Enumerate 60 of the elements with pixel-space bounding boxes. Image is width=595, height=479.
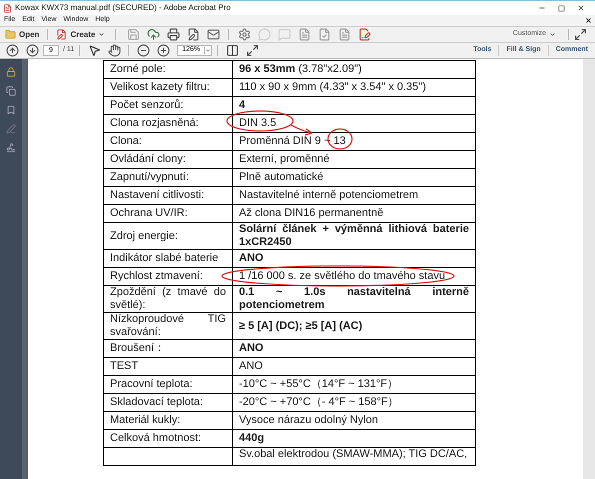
table-cell: Ochrana UV/IR: xyxy=(104,204,232,222)
table-cell: Zdroj energie: xyxy=(104,222,232,250)
table-cell: Sv.obal elektrodou (SMAW-MMA); TIG DC/AC, xyxy=(232,448,476,466)
document-pen-icon xyxy=(56,29,68,40)
pen-icon xyxy=(6,124,16,134)
table-cell: Indikátor slabé baterie xyxy=(104,250,232,268)
table-cell: 96 x 53mm (3.78"x2.09") xyxy=(232,60,476,78)
table-cell: Velikost kazety filtru: xyxy=(104,78,232,96)
table-cell: ANO xyxy=(232,340,476,358)
table-cell: 4 xyxy=(232,96,476,114)
table-cell: Nastavení citlivosti: xyxy=(104,186,232,204)
table-cell: 1 /16 000 s. ze světlého do tmavého stavu xyxy=(232,268,476,286)
table-cell: Plně automatické xyxy=(232,168,476,186)
create-button[interactable]: Create xyxy=(54,28,108,40)
table-cell: -20°C ~ +70°C（- 4°F ~ 158°F） xyxy=(232,394,476,412)
table-cell: ANO xyxy=(232,250,476,268)
table-cell: ≥ 5 [A] (DC); ≥5 [A] (AC) xyxy=(232,312,476,340)
table-cell: Externí, proměnné xyxy=(232,150,476,168)
signature-icon xyxy=(6,143,16,153)
table-cell: Clona: xyxy=(104,132,232,150)
table-cell: Počet senzorů: xyxy=(104,96,232,114)
open-button[interactable]: Open xyxy=(3,28,42,40)
maximize-icon xyxy=(558,4,565,12)
table-cell: Broušení： xyxy=(104,340,232,358)
caret-icon xyxy=(549,31,556,38)
folder-icon xyxy=(5,29,16,40)
table-cell: 0.1 ~ 1.0s nastavitelná interně potenciometrem xyxy=(232,286,476,312)
table-cell: Ovládání clony: xyxy=(104,150,232,168)
table-cell: Nastavitelné interně potenciometrem xyxy=(232,186,476,204)
table-cell: Pracovní teplota: xyxy=(104,376,232,394)
table-cell: Zpoždění (z tmavé do světlé): xyxy=(104,286,232,312)
table-cell: -10°C ~ +55°C（14°F ~ 131°F） xyxy=(232,376,476,394)
table-cell: DIN 3.5 xyxy=(232,114,476,132)
table-cell: Clona rozjasněná: xyxy=(104,114,232,132)
table-cell: Zapnutí/vypnutí: xyxy=(104,168,232,186)
table-cell: Až clona DIN16 permanentně xyxy=(232,204,476,222)
pages-icon xyxy=(6,86,16,96)
close-document-icon xyxy=(585,17,592,24)
table-cell: Vysoce nárazu odolný Nylon xyxy=(232,412,476,430)
table-cell: Celková hmotnost: xyxy=(104,430,232,448)
table-cell: Materiál kukly: xyxy=(104,412,232,430)
bookmark-icon xyxy=(6,105,16,115)
annotation-arrow xyxy=(290,124,313,136)
caret-icon xyxy=(204,47,212,54)
table-cell: 110 x 90 x 9mm (4.33" x 3.54" x 0.35") xyxy=(232,78,476,96)
table-cell: Nízkoproudové TIG svařování: xyxy=(104,312,232,340)
table-cell: Rychlost ztmavení: xyxy=(104,268,232,286)
window-title: Kowax KWX73 manual.pdf (SECURED) - Adobe Acrobat Pro xyxy=(15,2,231,14)
table-cell: Zorné pole: xyxy=(104,60,232,78)
pdf-icon xyxy=(3,4,12,12)
table-cell: TEST xyxy=(104,358,232,376)
table-cell: Solární článek + výměnná lithiová baterie 1xCR2450 xyxy=(232,222,476,250)
annotation-ellipse xyxy=(226,110,294,132)
caret-icon xyxy=(98,31,106,38)
lock-icon xyxy=(6,67,16,77)
annotation-circle xyxy=(327,128,353,150)
table-cell: Skladovací teplota: xyxy=(104,394,232,412)
table-cell: ANO xyxy=(232,358,476,376)
close-icon xyxy=(577,4,585,12)
table-cell: 440g xyxy=(232,430,476,448)
